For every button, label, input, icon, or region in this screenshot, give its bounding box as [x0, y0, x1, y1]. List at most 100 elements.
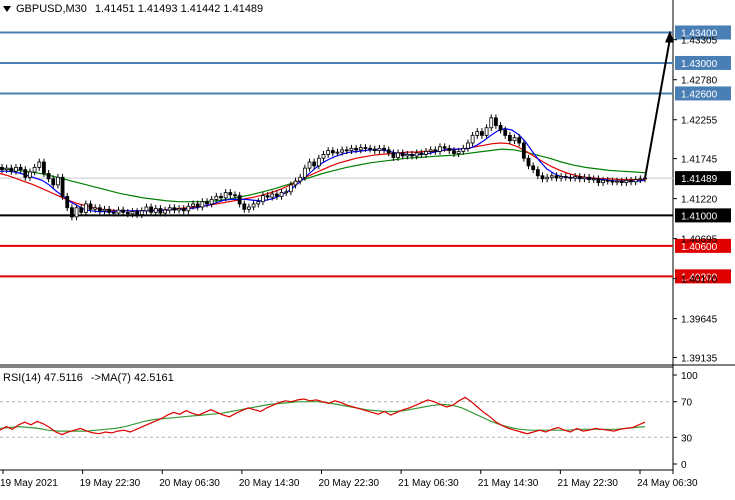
candle-body [377, 147, 382, 152]
candle-body [498, 125, 503, 131]
candle-body [438, 146, 442, 152]
rsi-tick-label: 100 [681, 371, 698, 382]
candle-body [209, 198, 214, 205]
price-tick-label: 1.41220 [681, 195, 718, 206]
candle-body [605, 179, 610, 182]
candle-body [69, 207, 74, 218]
candle-body [447, 147, 452, 152]
level-label: 1.43000 [681, 59, 718, 70]
candle-body [372, 148, 377, 152]
price-tick-label: 1.40170 [681, 275, 718, 286]
candle-body [237, 195, 242, 205]
candle-body [354, 147, 359, 151]
rsi-tick-label: 0 [681, 460, 687, 471]
time-tick-label: 20 May 22:30 [319, 478, 380, 489]
candle-body [93, 207, 98, 210]
time-tick-label: 19 May 22:30 [80, 478, 141, 489]
candle-body [60, 176, 65, 197]
projection-line [644, 38, 671, 179]
candle-body [615, 180, 619, 183]
candle-body [42, 161, 46, 174]
candle-body [382, 147, 386, 151]
rsi-line [0, 396, 646, 436]
price-tick-label: 1.43305 [681, 36, 718, 47]
candle-body [214, 195, 219, 200]
candle-body [577, 176, 582, 180]
symbol-header: GBPUSD,M30 1.41451 1.41493 1.41442 1.4148… [3, 3, 263, 15]
candle-body [153, 208, 158, 213]
candle-body [37, 161, 42, 168]
candle-body [83, 203, 88, 213]
candle-body [56, 176, 60, 186]
candle-body [456, 150, 461, 155]
candle-body [610, 180, 615, 183]
price-tick-label: 1.42780 [681, 76, 718, 87]
candle-body [563, 176, 568, 178]
candle-body [507, 134, 512, 142]
candle-body [629, 179, 633, 183]
candle-body [302, 167, 307, 178]
candle-body [466, 142, 470, 149]
candle-body [433, 149, 438, 152]
candle-body [470, 134, 475, 144]
candle-body [517, 137, 522, 144]
candle-body [549, 175, 554, 178]
moving-averages [0, 127, 646, 213]
candle-body [484, 127, 489, 136]
level-label: 1.42600 [681, 89, 718, 100]
candle-body [386, 149, 391, 154]
dropdown-triangle-icon[interactable] [3, 6, 11, 13]
time-tick-label: 21 May 22:30 [557, 478, 618, 489]
candle-body [139, 210, 144, 216]
candle-body [340, 149, 345, 153]
candle-body [419, 152, 424, 155]
candle-body [601, 179, 605, 184]
candle-body [46, 173, 51, 180]
candle-body [219, 195, 223, 199]
candle-body [191, 203, 195, 207]
candle-body [181, 208, 186, 212]
symbol-label: GBPUSD,M30 [16, 3, 87, 15]
candle-body [163, 209, 167, 214]
low-value: 1.41442 [180, 3, 221, 15]
candle-body [368, 147, 372, 150]
candle-body [391, 152, 396, 158]
candle-body [480, 131, 484, 136]
candle-body [186, 205, 191, 212]
candle-body [503, 129, 508, 136]
candle-body [559, 176, 564, 179]
candle-body [261, 195, 265, 203]
candle-body [596, 178, 601, 184]
candle-body [568, 176, 573, 179]
candle-body [125, 211, 130, 215]
candle-body [284, 191, 289, 194]
candle-body [130, 211, 135, 215]
candle-body [414, 152, 419, 157]
candle-body [582, 176, 587, 180]
price-tick-label: 1.39135 [681, 354, 718, 365]
candle-body [554, 175, 559, 179]
candle-body [158, 208, 163, 214]
candle-body [256, 201, 261, 205]
price-tick-label: 1.40695 [681, 235, 718, 246]
rsi-ma-label: ->MA(7) 42.5161 [90, 372, 174, 384]
candle-body [279, 192, 284, 197]
rsi-header: RSI(14) 47.5116 ->MA(7) 42.5161 [3, 372, 174, 384]
candle-body [4, 167, 9, 171]
candle-body [0, 166, 4, 171]
candle-body [540, 175, 545, 180]
candle-body [247, 206, 251, 210]
chart-canvas: 1.434001.430001.426001.410001.406001.402… [0, 0, 735, 489]
rsi-tick-label: 30 [681, 433, 693, 444]
rsi-ma-line [0, 401, 646, 432]
candle-body [493, 117, 498, 126]
candle-body [172, 207, 177, 211]
candle-body [102, 208, 107, 212]
candle-body [265, 195, 270, 198]
candle-body [535, 169, 540, 177]
candle-body [275, 193, 279, 197]
candle-body [349, 147, 354, 152]
candle-body [512, 137, 517, 142]
price-axis: 1.43305 1.42780 1.42255 1.41745 1.41220 1.406… [673, 36, 718, 365]
price-tick-label: 1.42255 [681, 116, 718, 127]
